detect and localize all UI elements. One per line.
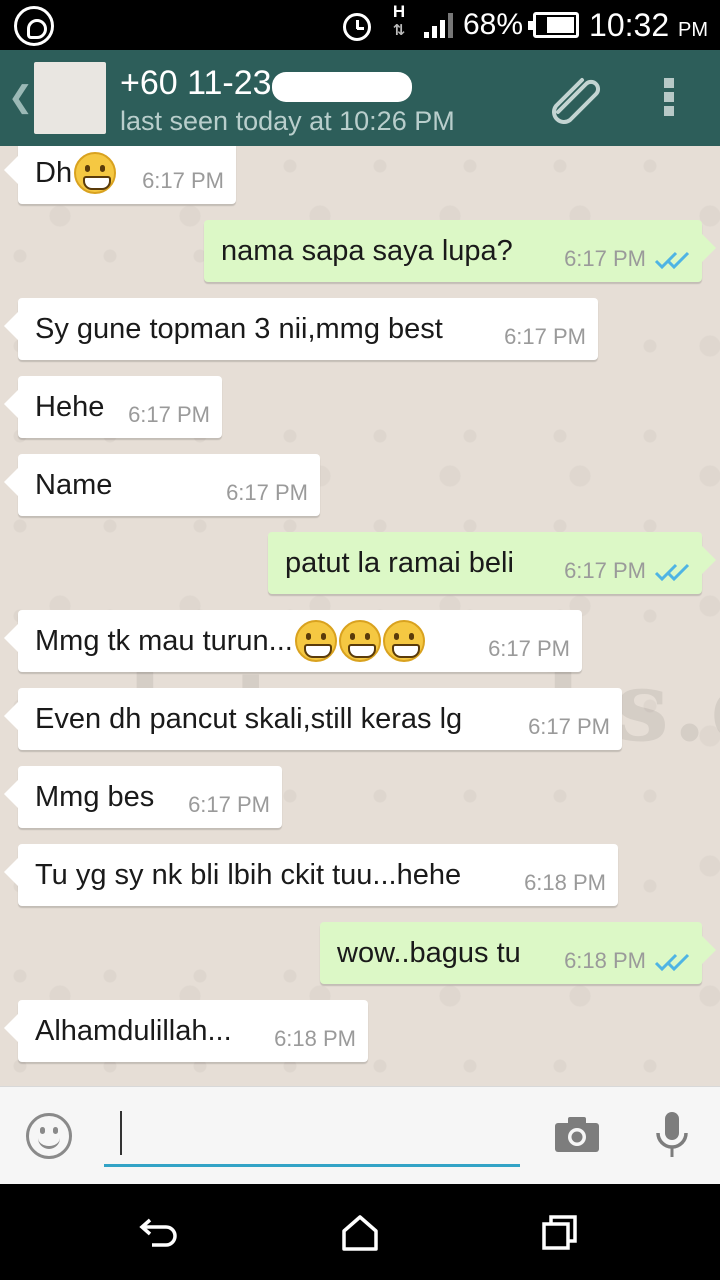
incoming-message[interactable]: Alhamdulillah... 6:18 PM: [4, 1000, 368, 1062]
message-time: 6:17 PM: [564, 246, 646, 271]
overflow-menu-icon[interactable]: [664, 78, 678, 120]
grinning-emoji-icon: [338, 620, 381, 662]
message-text: Name: [35, 468, 113, 501]
message-text: Hehe: [35, 390, 105, 423]
home-icon[interactable]: [338, 1212, 382, 1252]
outgoing-message[interactable]: patut la ramai beli 6:17 PM: [268, 532, 716, 594]
last-seen-status: last seen today at 10:26 PM: [120, 106, 455, 136]
message-text: wow..bagus tu: [337, 936, 521, 969]
alarm-icon: [340, 8, 374, 42]
message-text: Mmg tk mau turun...: [35, 624, 293, 657]
message-text: nama sapa saya lupa?: [221, 234, 513, 267]
message-time: 6:18 PM: [524, 870, 606, 895]
grinning-emoji-icon: [294, 620, 337, 662]
grinning-emoji-icon: [74, 152, 117, 194]
incoming-message[interactable]: Dh 6:17 PM: [4, 146, 236, 204]
message-time: 6:17 PM: [188, 792, 270, 817]
incoming-message[interactable]: Sy gune topman 3 nii,mmg best 6:17 PM: [4, 298, 598, 360]
grinning-emoji-icon: [382, 620, 425, 662]
incoming-message[interactable]: Tu yg sy nk bli lbih ckit tuu...hehe 6:18…: [4, 844, 618, 906]
message-text: Even dh pancut skali,still keras lg: [35, 702, 463, 735]
message-time: 6:18 PM: [274, 1026, 356, 1051]
signal-icon: [423, 12, 453, 38]
message-input[interactable]: [104, 1105, 520, 1167]
compose-bar: [0, 1086, 720, 1184]
message-time: 6:17 PM: [504, 324, 586, 349]
incoming-message[interactable]: Mmg bes 6:17 PM: [4, 766, 282, 828]
message-text: Tu yg sy nk bli lbih ckit tuu...hehe: [35, 858, 462, 891]
message-text: Sy gune topman 3 nii,mmg best: [35, 312, 443, 345]
read-receipt-icon: [654, 563, 690, 582]
camera-icon[interactable]: [554, 1115, 600, 1153]
read-receipt-icon: [654, 953, 690, 972]
status-bar: H ⇅ 68% 10:32 PM: [0, 0, 720, 50]
status-time: 10:32 PM: [589, 6, 708, 43]
message-text: patut la ramai beli: [285, 546, 514, 579]
outgoing-message[interactable]: wow..bagus tu 6:18 PM: [320, 922, 716, 984]
message-text: Alhamdulillah...: [35, 1014, 232, 1047]
message-time: 6:17 PM: [128, 402, 210, 427]
message-time: 6:17 PM: [564, 558, 646, 583]
network-type: H ⇅: [392, 2, 406, 40]
outgoing-message[interactable]: nama sapa saya lupa? 6:17 PM: [204, 220, 716, 282]
message-time: 6:17 PM: [226, 480, 308, 505]
redaction-mark: [272, 72, 412, 102]
microphone-icon[interactable]: [654, 1111, 690, 1161]
incoming-message[interactable]: Name 6:17 PM: [4, 454, 320, 516]
emoji-icon[interactable]: [26, 1113, 72, 1159]
battery-percent: 68%: [462, 8, 524, 41]
message-time: 6:17 PM: [488, 636, 570, 661]
message-time: 6:17 PM: [142, 168, 224, 193]
attach-icon[interactable]: [548, 76, 604, 124]
message-time: 6:17 PM: [528, 714, 610, 739]
back-chevron-icon[interactable]: ❮: [8, 80, 33, 115]
incoming-message[interactable]: Hehe 6:17 PM: [4, 376, 222, 438]
incoming-message[interactable]: Even dh pancut skali,still keras lg 6:17 …: [4, 688, 622, 750]
recents-icon[interactable]: [538, 1212, 582, 1252]
chat-header: ❮ +60 11-23 last seen today at 10:26 PM: [0, 50, 720, 146]
system-nav-bar: [0, 1184, 720, 1280]
message-text: Dh: [35, 156, 73, 189]
message-text: Mmg bes: [35, 780, 155, 813]
text-cursor: [120, 1111, 122, 1155]
avatar[interactable]: [34, 62, 106, 134]
redaction-mark: [118, 477, 201, 493]
read-receipt-icon: [654, 251, 690, 270]
chat-thread[interactable]: alatanseks.com Dh6:17 PMnama sapa saya l…: [0, 146, 720, 1086]
whatsapp-icon: [14, 6, 54, 46]
incoming-message[interactable]: Mmg tk mau turun... 6:17 PM: [4, 610, 582, 672]
contact-name[interactable]: +60 11-23: [120, 64, 272, 103]
battery-icon: [528, 12, 580, 38]
message-time: 6:18 PM: [564, 948, 646, 973]
back-icon[interactable]: [138, 1212, 182, 1252]
